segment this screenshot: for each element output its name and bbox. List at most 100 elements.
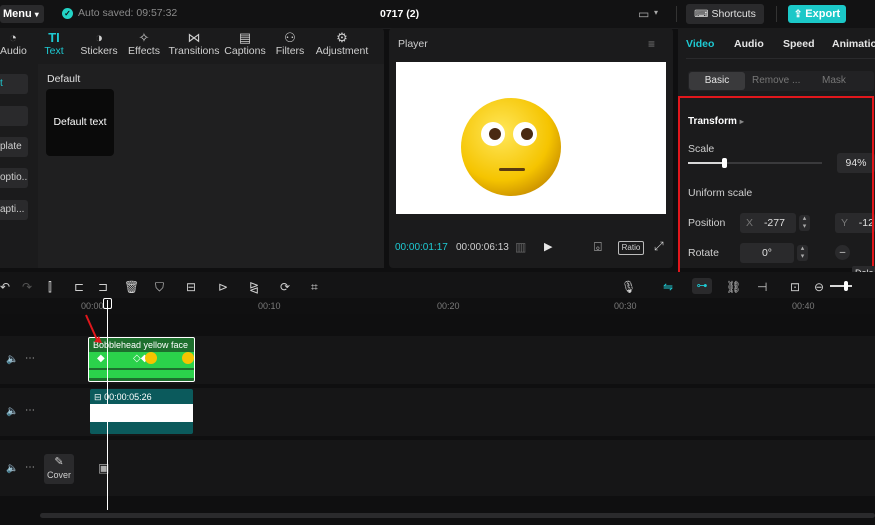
main-track-magnet-icon[interactable]: ⇋: [663, 280, 673, 294]
more-icon[interactable]: ⋯: [25, 462, 35, 473]
captions-preview-icon[interactable]: ⊡: [790, 280, 800, 294]
more-icon[interactable]: ⋯: [25, 405, 35, 416]
shortcuts-button[interactable]: ⌨ Shortcuts: [686, 4, 764, 24]
tab-transitions[interactable]: ⋈ Transitions: [168, 30, 220, 57]
playhead-handle[interactable]: [103, 298, 112, 309]
captions-icon: ▤: [238, 30, 252, 45]
crop-icon[interactable]: ⌗: [311, 280, 318, 295]
sidebar-item-template[interactable]: plate: [0, 137, 28, 157]
subtab-basic[interactable]: Basic: [689, 72, 745, 90]
tab-text[interactable]: TI Text: [40, 30, 68, 57]
annotation-arrow: [85, 314, 102, 343]
trim-right-icon[interactable]: ⊐: [98, 280, 108, 294]
current-time: 00:00:01:17: [395, 242, 448, 253]
more-icon[interactable]: ⋯: [25, 353, 35, 364]
ratio-button[interactable]: Ratio: [618, 241, 644, 255]
text-clip-icon: ⊟: [94, 392, 102, 402]
divider: [686, 58, 875, 59]
sidebar-item-blank[interactable]: [0, 106, 28, 126]
text-clip[interactable]: ⊟ 00:00:05:26: [90, 389, 193, 434]
speaker-icon[interactable]: 🔈: [6, 354, 18, 365]
shortcuts-label: Shortcuts: [711, 8, 756, 20]
export-label: Export: [805, 8, 841, 20]
menu-icon[interactable]: ≡: [648, 37, 655, 51]
zoom-slider[interactable]: [830, 281, 852, 291]
zoom-out-icon[interactable]: ⊖: [814, 280, 824, 294]
tab-audio[interactable]: Audio: [734, 38, 764, 50]
sidebar-label: apti...: [0, 204, 25, 215]
divider: [676, 6, 677, 22]
video-preview[interactable]: [396, 62, 666, 214]
tab-label: Audio: [0, 45, 27, 57]
rotate-icon[interactable]: ⟳: [280, 280, 290, 294]
fullscreen-icon[interactable]: ⤢: [654, 239, 664, 254]
default-text-card[interactable]: Default text: [46, 89, 114, 156]
clip-preview-strip: [90, 404, 193, 422]
cover-button[interactable]: ✎ Cover: [44, 454, 74, 484]
clip-duration: ⊟ 00:00:05:26: [94, 392, 152, 403]
emoji-face-image: [461, 98, 561, 196]
transitions-icon: ⋈: [187, 30, 201, 45]
speaker-icon[interactable]: 🔈: [6, 406, 18, 417]
subtab-remove-background[interactable]: Remove ...: [752, 75, 800, 86]
tab-adjustment[interactable]: ⚙ Adjustment: [314, 30, 370, 57]
tab-audio[interactable]: ◔ Audio: [0, 30, 27, 57]
microphone-icon[interactable]: 🎙: [621, 280, 636, 294]
shield-icon[interactable]: ⛉: [155, 280, 164, 295]
redo-icon[interactable]: ↷: [22, 280, 32, 294]
speaker-icon[interactable]: 🔈: [6, 463, 18, 474]
tab-filters[interactable]: ⚇ Filters: [274, 30, 306, 57]
sidebar-label: optio...: [0, 172, 28, 183]
layout-icon[interactable]: ▭: [638, 7, 649, 21]
trim-left-icon[interactable]: ⊏: [74, 280, 84, 294]
reverse-icon[interactable]: ⊳: [218, 280, 228, 294]
menu-button[interactable]: Menu ▾: [0, 5, 44, 23]
tab-effects[interactable]: ✧ Effects: [127, 30, 161, 57]
timeline-scrollbar[interactable]: [40, 513, 875, 518]
tab-captions[interactable]: ▤ Captions: [223, 30, 267, 57]
playhead[interactable]: [107, 300, 108, 510]
total-time: 00:00:06:13: [456, 242, 509, 253]
tab-video[interactable]: Video: [686, 38, 714, 50]
mirror-icon[interactable]: ⧎: [249, 280, 259, 294]
text-icon: TI: [48, 30, 60, 45]
zoom-slider-handle[interactable]: [844, 281, 848, 291]
freeze-icon[interactable]: ⊟: [186, 280, 196, 294]
preview-axis-icon[interactable]: ⊣: [757, 280, 767, 294]
export-icon: ⇪: [793, 9, 803, 20]
fit-icon[interactable]: ⌻: [594, 239, 602, 255]
tab-label: Effects: [128, 45, 160, 57]
tab-label: Stickers: [80, 45, 118, 57]
chevron-down-icon[interactable]: ▾: [654, 8, 658, 17]
subtab-mask[interactable]: Mask: [822, 75, 846, 86]
card-label: Default text: [53, 116, 107, 128]
chevron-down-icon: ▾: [34, 10, 39, 19]
split-icon[interactable]: ⫿: [48, 280, 52, 295]
sidebar-item-auto-caption[interactable]: apti...: [0, 200, 28, 220]
grid-icon[interactable]: ▥: [515, 240, 526, 254]
delete-icon[interactable]: 🗑: [124, 280, 139, 294]
play-icon[interactable]: ▶: [544, 240, 552, 253]
auto-snap-icon[interactable]: ⊶: [692, 278, 712, 294]
check-icon: ✓: [62, 7, 73, 19]
autosave-text: Auto saved: 09:57:32: [78, 7, 178, 19]
tab-stickers[interactable]: ◑ Stickers: [80, 30, 118, 57]
keyframe-icon: ◆: [97, 353, 105, 364]
tab-speed[interactable]: Speed: [783, 38, 815, 50]
undo-icon[interactable]: ↶: [0, 280, 10, 294]
sidebar-item-caption[interactable]: optio...: [0, 168, 28, 188]
sidebar-item-text[interactable]: t: [0, 74, 28, 94]
emoji-thumbnail: [145, 352, 157, 364]
clip-thumbnail-strip: ◆ ◇◆: [89, 352, 194, 368]
main-track: [0, 440, 875, 496]
duration-label: 00:00:05:26: [104, 392, 152, 402]
link-icon[interactable]: ⛓: [726, 280, 741, 294]
edit-icon: ✎: [54, 456, 64, 468]
highlight-box: [678, 96, 874, 298]
ruler-label: 00:10: [258, 301, 281, 311]
tab-animation[interactable]: Animation: [832, 38, 875, 50]
project-title: 0717 (2): [380, 8, 420, 20]
filters-icon: ⚇: [284, 30, 296, 45]
tab-label: Transitions: [168, 45, 220, 57]
export-button[interactable]: ⇪ Export: [788, 5, 846, 23]
